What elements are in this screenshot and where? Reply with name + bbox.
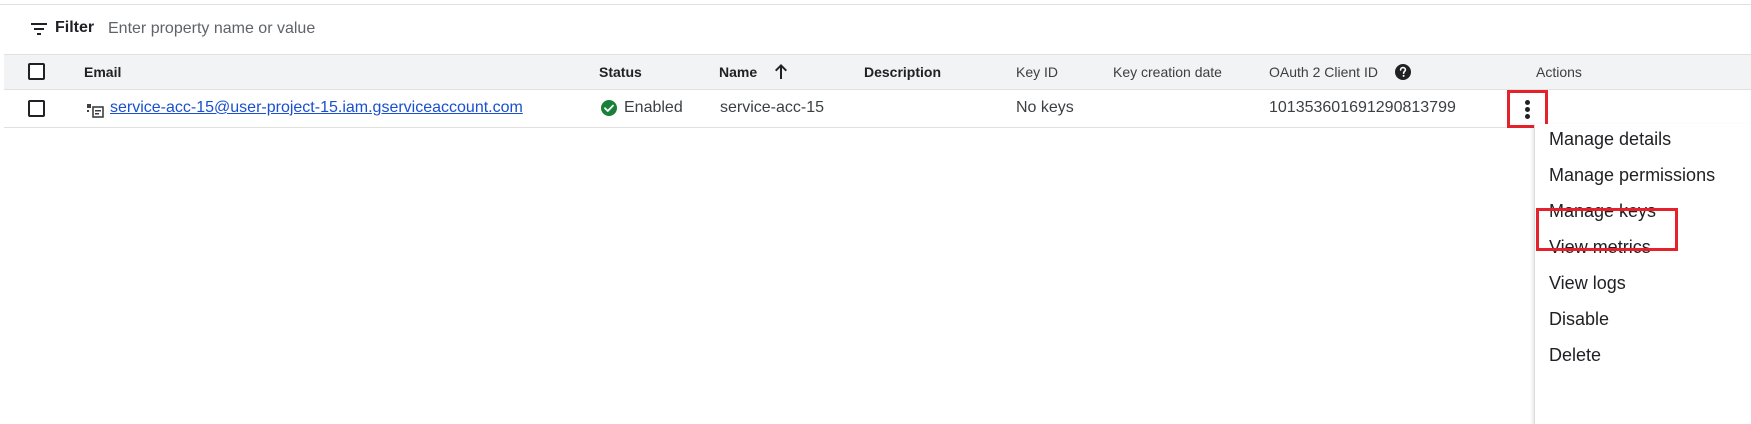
menu-item-manage-permissions[interactable]: Manage permissions [1549, 165, 1715, 186]
row-actions-button[interactable] [1507, 90, 1548, 128]
help-icon[interactable] [1394, 63, 1412, 81]
menu-item-disable[interactable]: Disable [1549, 309, 1609, 330]
service-account-icon [87, 104, 104, 118]
menu-item-manage-keys[interactable]: Manage keys [1549, 201, 1656, 222]
column-header-actions: Actions [1536, 64, 1582, 80]
menu-dot [1525, 114, 1530, 119]
menu-item-manage-details[interactable]: Manage details [1549, 129, 1671, 150]
check-circle-icon [601, 100, 617, 116]
menu-item-view-metrics[interactable]: View metrics [1549, 237, 1651, 258]
select-all-checkbox[interactable] [28, 63, 45, 80]
column-header-description[interactable]: Description [864, 64, 941, 80]
menu-dot [1525, 100, 1530, 105]
column-header-name[interactable]: Name [719, 64, 757, 80]
oauth-client-id-cell: 101353601691290813799 [1269, 99, 1456, 116]
filter-label[interactable]: Filter [55, 19, 94, 37]
arrow-up-icon[interactable] [773, 62, 789, 80]
table-header: Email Status Name Description Key ID Key… [4, 54, 1751, 90]
column-header-email[interactable]: Email [84, 64, 121, 80]
column-header-key-id[interactable]: Key ID [1016, 64, 1058, 80]
table-row: service-acc-15@user-project-15.iam.gserv… [4, 90, 1751, 128]
row-checkbox[interactable] [28, 100, 45, 117]
filter-icon[interactable] [30, 20, 48, 38]
key-id-cell: No keys [1016, 99, 1074, 116]
divider [0, 4, 1751, 5]
email-link-text[interactable]: service-acc-15@user-project-15.iam.gserv… [110, 99, 523, 116]
menu-dot [1525, 107, 1530, 112]
name-cell: service-acc-15 [720, 99, 825, 116]
column-header-status[interactable]: Status [599, 64, 642, 80]
email-link[interactable]: service-acc-15@user-project-15.iam.gserv… [110, 99, 523, 117]
filter-input[interactable] [100, 14, 716, 44]
service-accounts-page: Filter Email Status Name Description Key… [0, 0, 1751, 424]
filter-bar: Filter [0, 6, 1751, 54]
menu-item-delete[interactable]: Delete [1549, 345, 1601, 366]
actions-menu: Manage details Manage permissions Manage… [1534, 124, 1751, 424]
column-header-key-creation-date[interactable]: Key creation date [1113, 64, 1222, 80]
column-header-oauth-client-id[interactable]: OAuth 2 Client ID [1269, 64, 1378, 80]
menu-item-view-logs[interactable]: View logs [1549, 273, 1626, 294]
status-text: Enabled [624, 99, 683, 116]
